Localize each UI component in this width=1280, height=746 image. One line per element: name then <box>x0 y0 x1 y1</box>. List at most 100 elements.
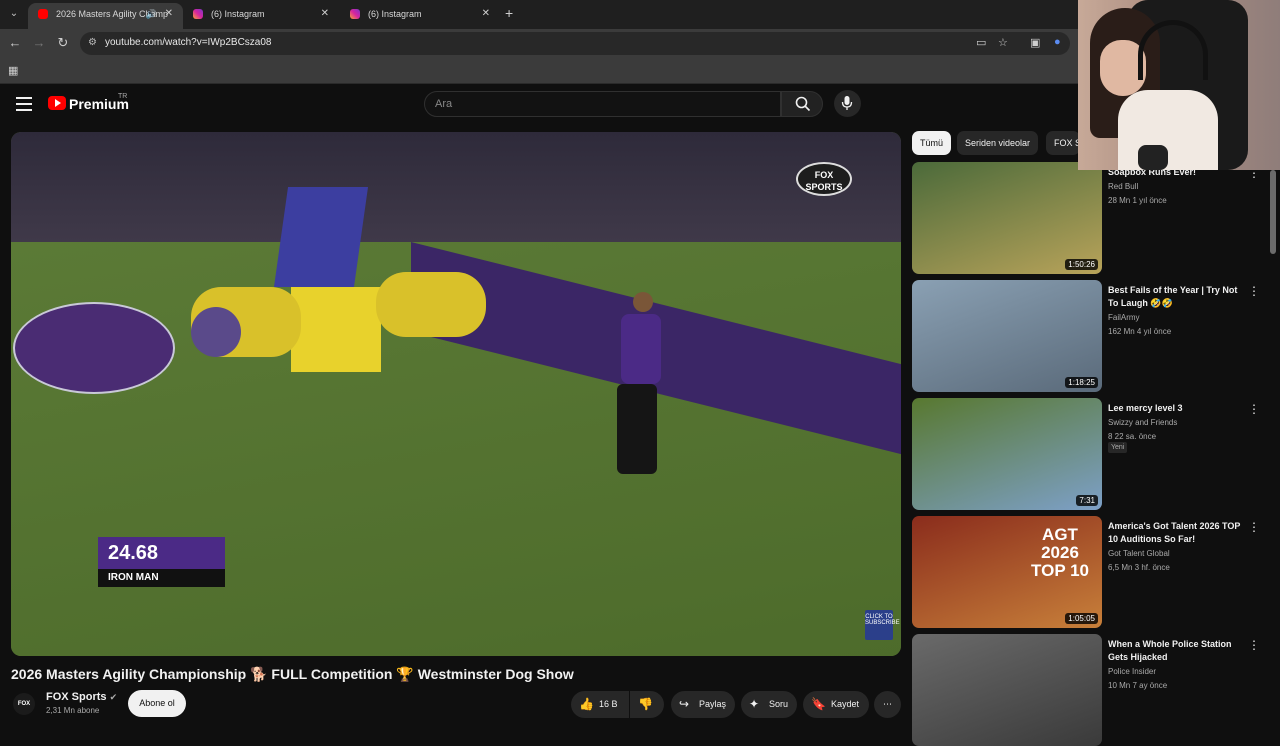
recommendation-card[interactable]: 1:50:26 Soapbox Runs Ever! Red Bull 28 Mn 1… <box>912 162 1262 274</box>
duration-badge: 1:05:05 <box>1065 613 1098 624</box>
recommendation-channel[interactable]: Red Bull <box>1108 182 1138 191</box>
close-tab-icon[interactable]: ✕ <box>165 3 173 25</box>
recommendation-card[interactable]: When a Whole Police Station Gets Hijacke… <box>912 634 1262 746</box>
recommendation-channel[interactable]: Swizzy and Friends <box>1108 418 1177 427</box>
more-vertical-icon[interactable]: ⋮ <box>1248 284 1260 298</box>
score-overlay: 24.68 IRON MAN <box>98 537 225 587</box>
video-thumbnail[interactable]: 7:31 <box>912 398 1102 510</box>
dislike-button[interactable]: 👎 <box>630 691 664 718</box>
a-frame-ramp-yellow <box>291 287 381 372</box>
site-info-icon[interactable]: ⚙ <box>88 37 97 48</box>
reload-icon[interactable]: ↻ <box>55 35 71 51</box>
forward-icon[interactable]: → <box>31 35 47 50</box>
dog-name: IRON MAN <box>98 569 225 587</box>
search-input[interactable]: Ara <box>424 91 781 117</box>
tab-label: (6) Instagram <box>211 9 265 19</box>
more-vertical-icon[interactable]: ⋮ <box>1248 638 1260 652</box>
video-player[interactable]: FOX SPORTS 24.68 IRON MAN CLICK TO SUBSC… <box>11 132 901 656</box>
run-timer: 24.68 <box>98 537 225 569</box>
video-thumbnail[interactable]: AGT 2026 TOP 10 1:05:05 <box>912 516 1102 628</box>
video-thumbnail[interactable] <box>912 634 1102 746</box>
video-title: 2026 Masters Agility Championship 🐕 FULL… <box>11 666 574 682</box>
recommendation-meta: 6,5 Mn 3 hf. önce <box>1108 563 1170 572</box>
speaker-icon[interactable]: 🔊 <box>146 3 157 25</box>
thumbs-up-icon: 👍 <box>579 697 594 711</box>
share-icon: ↪ <box>679 697 690 711</box>
handler-figure <box>611 292 661 482</box>
instagram-favicon-icon <box>193 9 203 19</box>
fox-sports-logo: FOX SPORTS <box>796 162 852 196</box>
recommendation-card[interactable]: AGT 2026 TOP 10 1:05:05 America's Got Tale… <box>912 516 1262 628</box>
profile-icon[interactable]: ● <box>1054 36 1061 48</box>
thumbs-down-icon: 👎 <box>638 697 653 711</box>
recommendation-title[interactable]: When a Whole Police Station Gets Hijacke… <box>1108 638 1248 664</box>
tab-label: (6) Instagram <box>368 9 422 19</box>
menu-icon[interactable] <box>16 97 32 115</box>
search-icon <box>795 96 811 112</box>
url-bar[interactable]: ⚙ youtube.com/watch?v=IWp2BCsza08 ▭ ☆ ▣ … <box>80 32 1070 55</box>
tab-instagram-1[interactable]: (6) Instagram ✕ <box>183 3 339 29</box>
microphone-icon <box>841 96 853 110</box>
like-button[interactable]: 👍 16 B <box>571 691 629 718</box>
webcam-microphone <box>1138 145 1168 170</box>
voice-search-button[interactable] <box>834 90 861 117</box>
tab-search-icon[interactable]: ⌄ <box>6 6 22 22</box>
close-tab-icon[interactable]: ✕ <box>482 3 490 25</box>
sparkle-icon: ✦ <box>749 697 760 711</box>
save-label: Kaydet <box>831 699 860 709</box>
ask-button[interactable]: ✦ Soru <box>741 691 797 718</box>
chip-series[interactable]: Seriden videolar <box>957 131 1039 155</box>
back-icon[interactable]: ← <box>7 35 23 50</box>
tunnel-right <box>376 272 486 337</box>
recommendation-title[interactable]: Best Fails of the Year | Try Not To Laug… <box>1108 284 1248 310</box>
subscribe-button[interactable]: Abone ol <box>128 690 186 717</box>
video-thumbnail[interactable]: 1:50:26 <box>912 162 1102 274</box>
scrollbar[interactable] <box>1270 170 1276 254</box>
extension-icon[interactable]: ▣ <box>1030 36 1040 49</box>
recommendation-title[interactable]: Lee mercy level 3 <box>1108 402 1248 415</box>
webcam-overlay <box>1078 0 1280 170</box>
video-thumbnail[interactable]: 1:18:25 <box>912 280 1102 392</box>
chip-all[interactable]: Tümü <box>912 131 952 155</box>
search-button[interactable] <box>781 91 823 117</box>
recommendation-channel[interactable]: Got Talent Global <box>1108 549 1170 558</box>
duration-badge: 1:50:26 <box>1065 259 1098 270</box>
recommendation-card[interactable]: 1:18:25 Best Fails of the Year | Try Not … <box>912 280 1262 392</box>
search-placeholder: Ara <box>435 98 453 110</box>
instagram-favicon-icon <box>350 9 360 19</box>
more-actions-button[interactable]: ⋯ <box>874 691 901 718</box>
subscriber-count: 2,31 Mn abone <box>46 706 100 715</box>
westminster-logo <box>13 302 175 394</box>
ask-label: Soru <box>769 699 789 709</box>
youtube-favicon-icon <box>38 9 48 19</box>
recommendation-meta: 10 Mn 7 ay önce <box>1108 681 1168 690</box>
recommendation-meta: 162 Mn 4 yıl önce <box>1108 327 1172 336</box>
close-tab-icon[interactable]: ✕ <box>321 3 329 25</box>
recommendation-meta: 8 22 sa. önce <box>1108 432 1157 441</box>
channel-avatar[interactable]: FOX <box>13 693 35 715</box>
more-vertical-icon[interactable]: ⋮ <box>1248 402 1260 416</box>
recommendation-card[interactable]: 7:31 Lee mercy level 3 Swizzy and Friends 8… <box>912 398 1262 510</box>
recommendation-title[interactable]: America's Got Talent 2026 TOP 10 Auditio… <box>1108 520 1248 546</box>
tab-youtube[interactable]: 2026 Masters Agility Champ 🔊 ✕ <box>28 3 183 29</box>
youtube-logo-icon[interactable] <box>48 96 66 110</box>
subscribe-watermark[interactable]: CLICK TO SUBSCRIBE <box>865 610 900 640</box>
share-button[interactable]: ↪ Paylaş <box>671 691 735 718</box>
cast-icon[interactable]: ▭ <box>976 36 986 49</box>
url-text[interactable]: youtube.com/watch?v=IWp2BCsza08 <box>105 37 271 48</box>
more-vertical-icon[interactable]: ⋮ <box>1248 520 1260 534</box>
channel-name[interactable]: FOX Sports ✔ <box>46 691 117 703</box>
recommendation-channel[interactable]: FailArmy <box>1108 313 1140 322</box>
tab-instagram-2[interactable]: (6) Instagram ✕ <box>340 3 500 29</box>
like-count: 16 B <box>599 699 618 709</box>
apps-grid-icon[interactable]: ▦ <box>8 64 18 77</box>
tunnel-opening <box>191 307 241 357</box>
bookmark-star-icon[interactable]: ☆ <box>998 36 1008 49</box>
recommendation-channel[interactable]: Police Insider <box>1108 667 1156 676</box>
more-horizontal-icon: ⋯ <box>883 699 892 709</box>
new-tab-icon[interactable]: + <box>505 5 513 21</box>
chip-fox[interactable]: FOX S <box>1046 131 1080 155</box>
save-button[interactable]: 🔖 Kaydet <box>803 691 869 718</box>
verified-icon: ✔ <box>109 692 118 702</box>
recommendation-meta: 28 Mn 1 yıl önce <box>1108 196 1167 205</box>
